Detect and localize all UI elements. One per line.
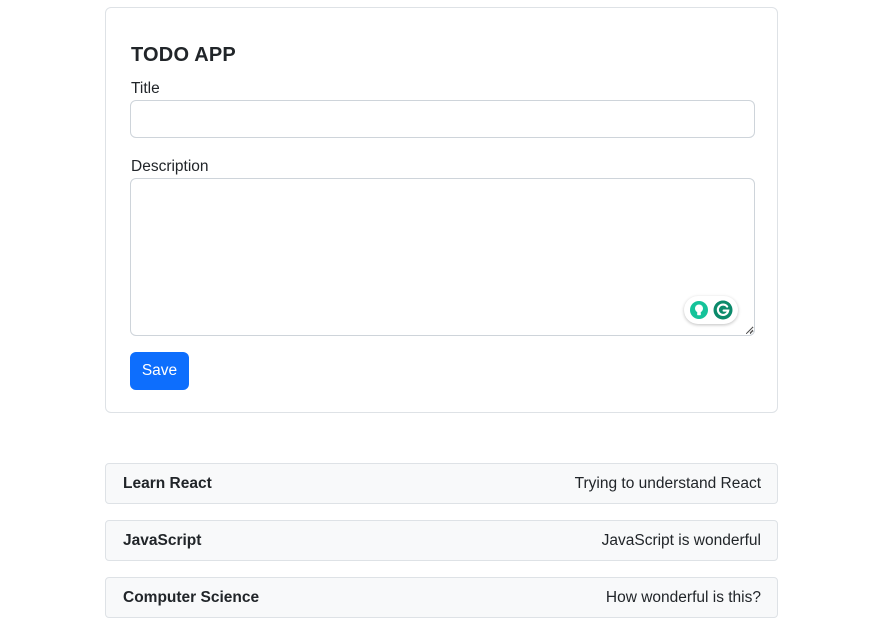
- todo-item[interactable]: Computer Science How wonderful is this?: [105, 577, 778, 618]
- todo-description: Trying to understand React: [574, 474, 761, 492]
- grammarly-g-icon[interactable]: [713, 300, 733, 320]
- todo-form-card: TODO APP Title Description Save: [105, 7, 778, 413]
- todo-item[interactable]: Learn React Trying to understand React: [105, 463, 778, 504]
- app-title: TODO APP: [131, 44, 236, 66]
- resize-grip-icon[interactable]: [746, 326, 754, 334]
- title-label: Title: [131, 80, 160, 97]
- todo-item[interactable]: JavaScript JavaScript is wonderful: [105, 520, 778, 561]
- grammarly-widget[interactable]: [684, 296, 738, 324]
- description-label: Description: [131, 158, 209, 175]
- lightbulb-icon[interactable]: [689, 300, 709, 320]
- todo-title: Learn React: [123, 474, 212, 492]
- save-button[interactable]: Save: [130, 352, 189, 390]
- todo-description: How wonderful is this?: [605, 588, 761, 606]
- todo-title: Computer Science: [123, 588, 260, 606]
- todo-title: JavaScript: [123, 531, 202, 549]
- title-input[interactable]: [130, 100, 755, 138]
- todo-description: JavaScript is wonderful: [601, 531, 761, 549]
- description-textarea[interactable]: [130, 178, 755, 336]
- page: TODO APP Title Description Save Learn Re…: [0, 0, 872, 633]
